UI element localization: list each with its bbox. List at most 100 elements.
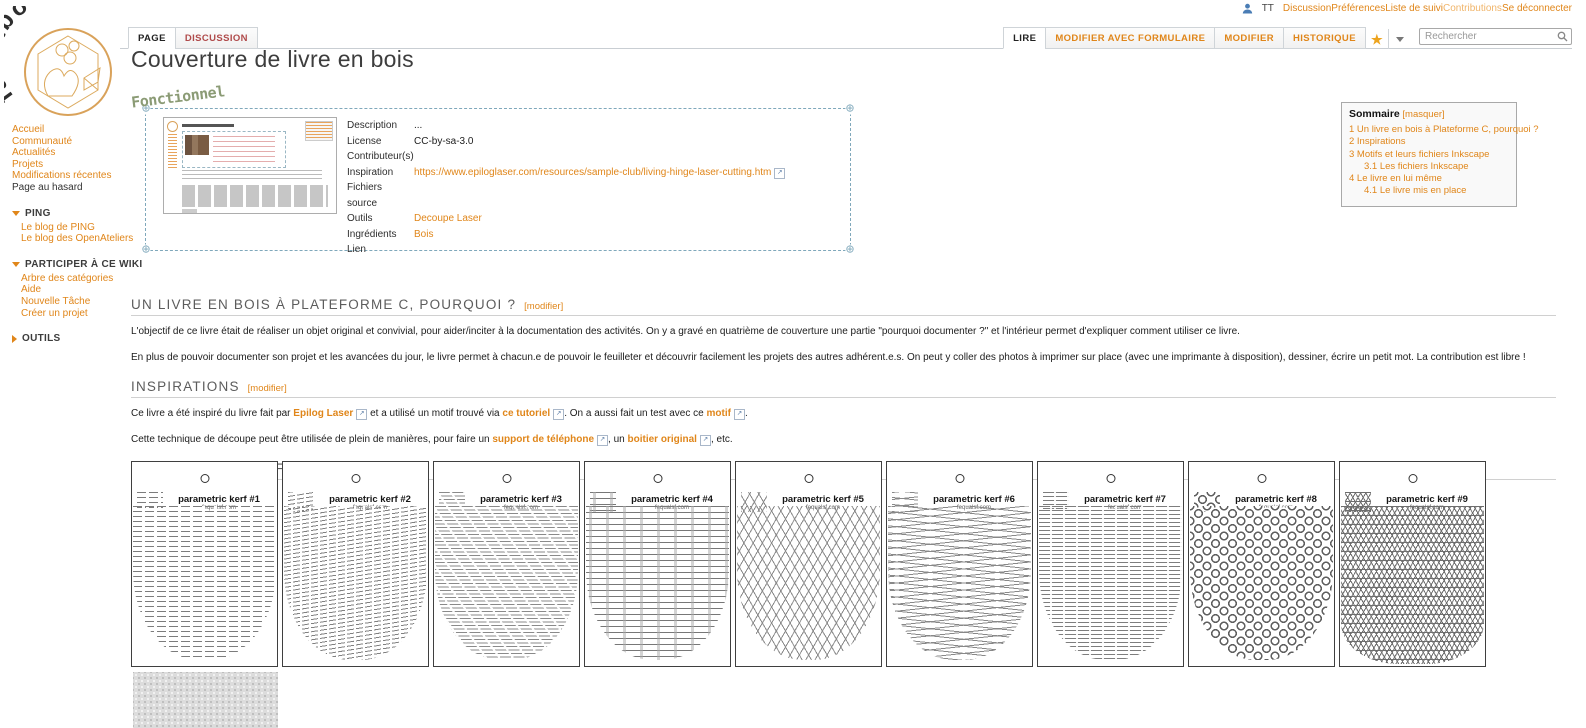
section-heading-text: Inspirations — [131, 379, 240, 394]
kerf-card-1[interactable]: parametric kerf #1fequalsf.com — [131, 461, 278, 667]
kerf-card-8[interactable]: parametric kerf #8fequalsf.com — [1188, 461, 1335, 667]
content-link-ce-tutoriel[interactable]: ce tutoriel — [502, 408, 550, 419]
card-title: parametric kerf #1 — [166, 494, 272, 505]
tab-modifier[interactable]: Modifier — [1214, 27, 1284, 49]
article-body: Un livre en bois à Plateforme C, pourquo… — [131, 297, 1556, 488]
sidebar-item-actualit-s[interactable]: Actualités — [12, 147, 124, 159]
search-icon[interactable] — [1557, 31, 1568, 42]
sidebar-sections: PING Le blog de PINGLe blog des OpenAteli… — [12, 208, 124, 345]
sidebar-item-page-au-hasard[interactable]: Page au hasard — [12, 182, 124, 194]
watch-tab[interactable]: ★ — [1365, 29, 1389, 49]
infobox: ⊕ ⊕ ⊕ ⊕ Fonctionnel Description...Licens… — [131, 91, 853, 253]
external-link-icon: ↗ — [700, 435, 711, 446]
infobox-link[interactable]: Bois — [414, 229, 433, 240]
toc-item: 3.1 Les fichiers Inkscape — [1364, 161, 1509, 173]
toc-header: Sommaire [masquer] — [1349, 108, 1509, 120]
toc-title: Sommaire — [1349, 108, 1400, 120]
card-title: parametric kerf #5 — [770, 494, 876, 505]
star-icon: ★ — [1371, 33, 1383, 46]
sidebar: AccueilCommunautéActualitésProjetsModifi… — [12, 124, 124, 344]
infobox-link[interactable]: https://www.epiloglaser.com/resources/sa… — [414, 167, 771, 178]
toc-link[interactable]: 2 Inspirations — [1349, 136, 1406, 147]
infobox-value: CC-by-sa-3.0 — [414, 134, 785, 150]
sidebar-item-nouvelle-t-che[interactable]: Nouvelle Tâche — [21, 296, 124, 308]
partial-pattern-image[interactable] — [133, 672, 278, 728]
toc-link[interactable]: 4.1 Le livre mis en place — [1364, 185, 1466, 196]
toc-link[interactable]: 3.1 Les fichiers Inkscape — [1364, 161, 1469, 172]
sidebar-section-participer-ce-wiki[interactable]: PARTICIPER À CE WIKI — [12, 259, 124, 270]
infobox-value — [414, 180, 785, 211]
page-title: Couverture de livre en bois — [131, 46, 414, 73]
card-hole — [1106, 474, 1115, 483]
card-title: parametric kerf #4 — [619, 494, 725, 505]
section-heading-text: Un livre en bois à Plateforme C, pourquo… — [131, 297, 516, 312]
sidebar-item-aide[interactable]: Aide — [21, 284, 124, 296]
tab-modifier-avec-formulaire[interactable]: Modifier avec formulaire — [1045, 27, 1215, 49]
sidebar-item-arbre-des-cat-gories[interactable]: Arbre des catégories — [21, 273, 124, 285]
kerf-pattern — [435, 506, 578, 660]
toc-link[interactable]: 3 Motifs et leurs fichiers Inkscape — [1349, 149, 1489, 160]
tab-historique[interactable]: Historique — [1283, 27, 1366, 49]
content-link-epilog-laser[interactable]: Epilog Laser — [293, 408, 353, 419]
external-link-icon: ↗ — [553, 409, 564, 420]
kerf-pattern — [1341, 506, 1484, 664]
modifier-link[interactable]: [modifier] — [248, 383, 287, 394]
card-hole — [653, 474, 662, 483]
toc-hide-link[interactable]: [masquer] — [1402, 109, 1444, 120]
kerf-pattern — [1039, 506, 1182, 660]
username-link[interactable]: TT — [1262, 3, 1274, 14]
infobox-value: Bois — [414, 227, 785, 243]
personal-link-contributions[interactable]: Contributions — [1443, 3, 1502, 14]
card-hole — [955, 474, 964, 483]
search-input[interactable] — [1419, 28, 1572, 45]
kerf-card-5[interactable]: parametric kerf #5fequalsf.com — [735, 461, 882, 667]
personal-link-discussion[interactable]: Discussion — [1283, 3, 1331, 14]
more-dropdown-tab[interactable] — [1388, 29, 1411, 49]
kerf-card-2[interactable]: parametric kerf #2fequalsf.com — [282, 461, 429, 667]
kerf-card-6[interactable]: parametric kerf #6fequalsf.com — [886, 461, 1033, 667]
modifier-link[interactable]: [modifier] — [524, 301, 563, 312]
mini-partial-block — [182, 209, 197, 213]
card-hole — [804, 474, 813, 483]
kerf-card-7[interactable]: parametric kerf #7fequalsf.com — [1037, 461, 1184, 667]
sidebar-section-outils[interactable]: OUTILS — [12, 333, 124, 344]
selection-handle-top-right[interactable]: ⊕ — [845, 104, 854, 115]
kerf-card-3[interactable]: parametric kerf #3fequalsf.com — [433, 461, 580, 667]
sidebar-item-le-blog-de-ping[interactable]: Le blog de PING — [21, 222, 124, 234]
kerf-card-4[interactable]: parametric kerf #4fequalsf.com — [584, 461, 731, 667]
content-link-support-de-t-l-phone[interactable]: support de téléphone — [492, 434, 594, 445]
infobox-value: Decoupe Laser — [414, 211, 785, 227]
infobox-label: Inspiration — [347, 165, 414, 181]
card-title: parametric kerf #8 — [1223, 494, 1329, 505]
sidebar-section-ping[interactable]: PING — [12, 208, 124, 219]
tab-lire[interactable]: Lire — [1003, 27, 1046, 49]
content-link-motif[interactable]: motif — [706, 408, 730, 419]
content-link-boitier-original[interactable]: boitier original — [628, 434, 697, 445]
sidebar-item-le-blog-des-openateliers[interactable]: Le blog des OpenAteliers — [21, 233, 124, 245]
mini-title-bar — [182, 124, 234, 127]
personal-link-se-d-connecter[interactable]: Se déconnecter — [1502, 3, 1572, 14]
infobox-table: Description...LicenseCC-by-sa-3.0Contrib… — [347, 118, 785, 258]
sidebar-item-communaut[interactable]: Communauté — [12, 136, 124, 148]
card-title: parametric kerf #3 — [468, 494, 574, 505]
infobox-thumbnail[interactable] — [163, 117, 337, 214]
infobox-value — [414, 242, 785, 258]
infobox-label: Ingrédients — [347, 227, 414, 243]
sidebar-item-modifications-r-centes[interactable]: Modifications récentes — [12, 170, 124, 182]
triangle-right-icon — [12, 335, 17, 343]
sidebar-item-accueil[interactable]: Accueil — [12, 124, 124, 136]
app-logo[interactable]: fablabo — [4, 6, 122, 120]
sidebar-item-cr-er-un-projet[interactable]: Créer un projet — [21, 308, 124, 320]
personal-link-liste-de-suivi[interactable]: Liste de suivi — [1385, 3, 1443, 14]
sidebar-item-projets[interactable]: Projets — [12, 159, 124, 171]
card-hole — [351, 474, 360, 483]
toc-link[interactable]: 4 Le livre en lui même — [1349, 173, 1442, 184]
personal-bar: TT DiscussionPréférencesListe de suiviCo… — [1242, 3, 1572, 14]
toc-link[interactable]: 1 Un livre en bois à Plateforme C, pourq… — [1349, 124, 1539, 135]
infobox-link[interactable]: Decoupe Laser — [414, 213, 482, 224]
selection-handle-bottom-right[interactable]: ⊕ — [845, 245, 854, 256]
kerf-pattern — [1190, 506, 1333, 660]
selection-handle-bottom-left[interactable]: ⊕ — [141, 245, 150, 256]
kerf-card-9[interactable]: parametric kerf #9fequalsf.com — [1339, 461, 1486, 667]
personal-link-pr-f-rences[interactable]: Préférences — [1331, 3, 1385, 14]
